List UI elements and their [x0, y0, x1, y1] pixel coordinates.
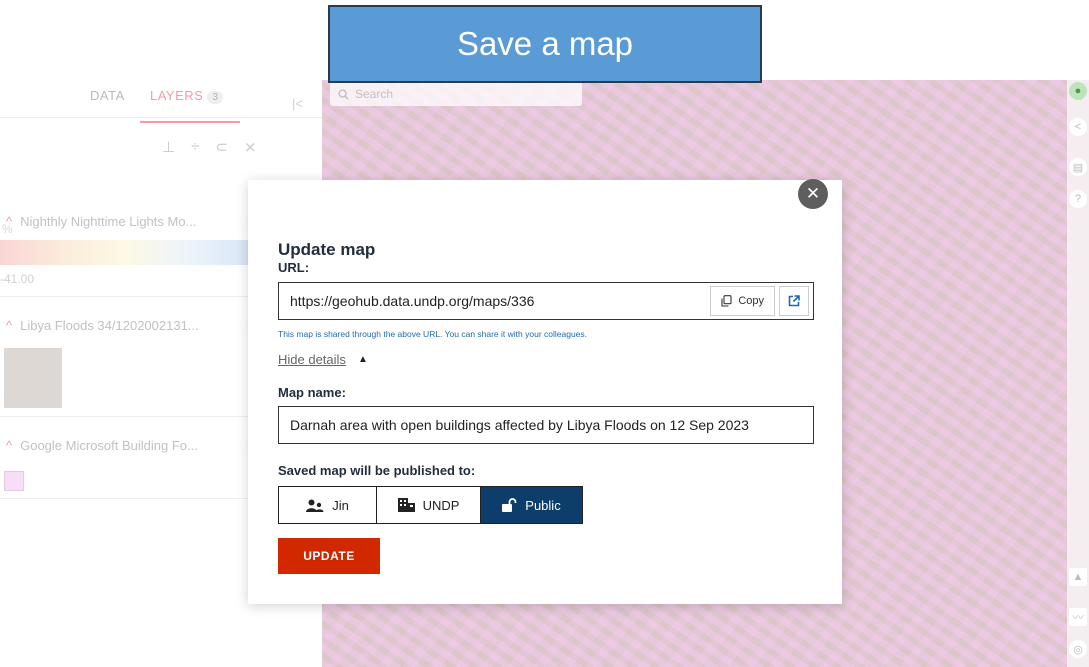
- publish-option-jin[interactable]: Jin: [279, 487, 376, 523]
- publish-option-label: Jin: [332, 497, 349, 513]
- open-link-button[interactable]: [779, 286, 809, 316]
- collapse-panel-icon[interactable]: |<: [292, 96, 303, 111]
- search-icon: [338, 88, 349, 100]
- expand-all-icon[interactable]: ⊥: [162, 138, 175, 156]
- publish-options: Jin UNDP Public: [278, 486, 583, 524]
- legend-color-bar: [0, 240, 250, 265]
- layer-name: Nighthly Nighttime Lights Mo...: [20, 214, 197, 229]
- tab-layers[interactable]: LAYERS 3: [150, 88, 224, 104]
- chat-icon[interactable]: ●: [1069, 82, 1087, 100]
- legend-unit: %: [2, 222, 13, 236]
- share-icon[interactable]: <: [1069, 118, 1087, 136]
- publish-option-public[interactable]: Public: [480, 487, 582, 523]
- layer-thumbnail: [4, 348, 62, 408]
- legend-min-value: -41.00: [0, 272, 35, 286]
- url-helper-text: This map is shared through the above URL…: [278, 329, 588, 339]
- title-banner: Save a map: [328, 5, 762, 83]
- help-icon[interactable]: ?: [1069, 190, 1087, 208]
- layer-item-title[interactable]: ^ Google Microsoft Building Fo...: [6, 438, 198, 453]
- collapse-all-icon[interactable]: ÷: [191, 138, 199, 156]
- users-icon: [306, 499, 324, 512]
- url-label: URL:: [278, 260, 310, 275]
- publish-option-label: Public: [525, 497, 561, 513]
- elevation-icon[interactable]: 〰: [1069, 608, 1087, 626]
- update-button[interactable]: UPDATE: [278, 538, 380, 574]
- layer-item-title[interactable]: ^ Libya Floods 34/1202002131...: [6, 318, 199, 333]
- hide-details-toggle[interactable]: Hide details: [278, 352, 346, 367]
- external-link-icon: [788, 295, 800, 307]
- layer-color-swatch: [4, 471, 24, 491]
- tab-layers-label: LAYERS: [150, 88, 204, 103]
- update-map-dialog: ✕ Update map URL: https://geohub.data.un…: [248, 179, 842, 604]
- layer-name: Libya Floods 34/1202002131...: [20, 318, 199, 333]
- print-icon[interactable]: ▤: [1069, 158, 1087, 176]
- map-toolbar: ● < ▤ ? ▲ 〰 ◎: [1067, 80, 1089, 667]
- layer-item-title[interactable]: ^ Nighthly Nighttime Lights Mo...: [6, 214, 196, 229]
- chevron-up-icon[interactable]: ^: [6, 318, 12, 333]
- layer-tools: ⊥ ÷ ⊂ ⨯: [162, 138, 256, 156]
- tab-data[interactable]: DATA: [90, 88, 125, 103]
- terrain-icon[interactable]: ▲: [1069, 568, 1087, 586]
- copy-icon: [721, 295, 732, 307]
- map-search-input[interactable]: Search: [330, 82, 582, 106]
- url-field[interactable]: https://geohub.data.undp.org/maps/336 Co…: [278, 282, 814, 320]
- tab-underline: [140, 121, 240, 123]
- divider: [0, 117, 322, 118]
- copy-button[interactable]: Copy: [710, 286, 775, 316]
- publish-option-undp[interactable]: UNDP: [376, 487, 480, 523]
- copy-label: Copy: [738, 295, 764, 307]
- map-name-label: Map name:: [278, 385, 346, 400]
- banner-title: Save a map: [456, 25, 634, 62]
- locate-icon[interactable]: ◎: [1069, 640, 1087, 658]
- url-value[interactable]: https://geohub.data.undp.org/maps/336: [279, 293, 710, 309]
- hide-layers-icon[interactable]: ⨯: [244, 138, 257, 156]
- search-placeholder: Search: [355, 87, 394, 101]
- publish-label: Saved map will be published to:: [278, 463, 476, 478]
- dialog-title: Update map: [278, 240, 376, 259]
- building-icon: [397, 498, 415, 512]
- layer-name: Google Microsoft Building Fo...: [20, 438, 198, 453]
- map-name-value[interactable]: Darnah area with open buildings affected…: [290, 417, 749, 433]
- close-icon[interactable]: ✕: [798, 179, 828, 209]
- caret-up-icon[interactable]: ▲: [358, 354, 368, 365]
- publish-option-label: UNDP: [422, 497, 460, 513]
- layer-count-badge: 3: [207, 91, 224, 104]
- map-name-field[interactable]: Darnah area with open buildings affected…: [278, 406, 814, 444]
- chevron-up-icon[interactable]: ^: [6, 438, 12, 453]
- filter-icon[interactable]: ⊂: [215, 138, 228, 156]
- unlock-icon: [502, 498, 517, 512]
